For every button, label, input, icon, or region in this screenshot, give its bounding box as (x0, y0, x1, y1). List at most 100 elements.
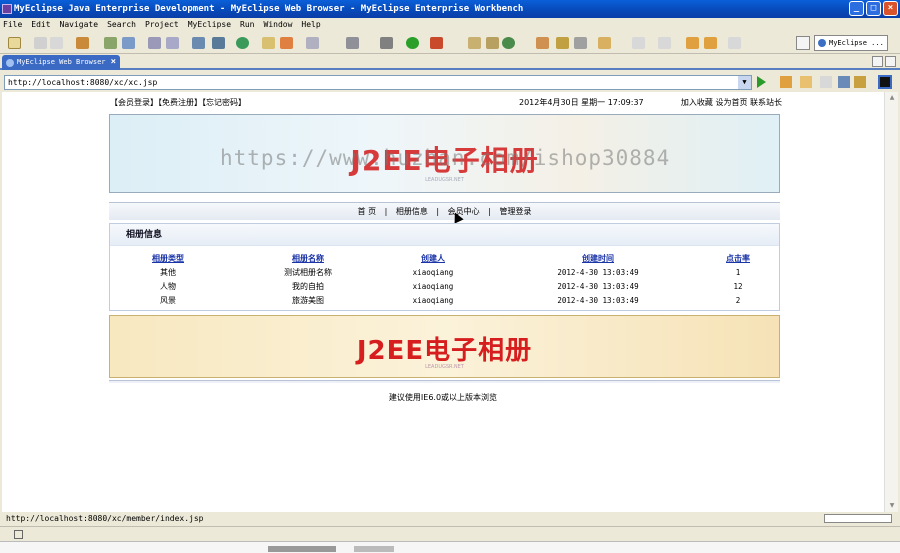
site-nav: 首 页 | 相册信息 | 会员中心 | 管理登录 (109, 202, 780, 220)
debug-icon[interactable] (380, 37, 393, 49)
site-links[interactable]: 加入收藏 设为首页 联系站长 (681, 96, 782, 110)
browser-stop-icon[interactable] (838, 76, 850, 88)
back-arrow-icon[interactable] (686, 37, 699, 49)
prev-annotation-icon[interactable] (658, 37, 671, 49)
scroll-down-icon[interactable]: ▼ (885, 500, 899, 512)
external-tools-icon[interactable] (430, 37, 443, 49)
cell-clicks: 12 (733, 282, 743, 291)
nav-forward-icon[interactable] (728, 37, 741, 49)
member-links[interactable]: 【会员登录】【免费注册】【忘记密码】 (110, 96, 246, 110)
print-icon[interactable] (50, 37, 63, 49)
minimize-button[interactable]: _ (849, 1, 864, 16)
taskbar-grip (268, 546, 336, 552)
new-package-icon[interactable] (486, 37, 499, 49)
watermark-text: https://www.huzhan.com/ishop30884 (220, 146, 671, 170)
footer-divider (109, 380, 780, 383)
browser-refresh-icon[interactable] (854, 76, 866, 88)
menu-search[interactable]: Search (107, 18, 136, 32)
panel-title: 相册信息 (110, 224, 779, 246)
monitor-icon[interactable] (346, 37, 359, 49)
url-text: http://localhost:8080/xc/xc.jsp (8, 78, 158, 87)
menu-project[interactable]: Project (145, 18, 179, 32)
album-table: 相册类型 相册名称 创建人 创建时间 点击率 其他 测试相册名称 xiaoqia… (118, 252, 773, 308)
maximize-editor-icon[interactable] (885, 56, 896, 67)
forward-arrow-icon[interactable] (704, 37, 717, 49)
nav-album-info[interactable]: 相册信息 (396, 207, 428, 216)
menu-navigate[interactable]: Navigate (60, 18, 99, 32)
menu-myeclipse[interactable]: MyEclipse (188, 18, 231, 32)
close-tab-icon[interactable]: × (111, 55, 116, 70)
browser-viewport: 【会员登录】【免费注册】【忘记密码】 2012年4月30日 星期一 17:09:… (2, 92, 884, 512)
load-progress-bar (824, 514, 892, 523)
deploy-icon[interactable] (104, 37, 117, 49)
footer-banner-subtitle: LEADUGSR.NET (425, 364, 464, 370)
next-annotation-icon[interactable] (632, 37, 645, 49)
status-url: http://localhost:8080/xc/member/index.js… (6, 514, 204, 523)
fast-view-icon[interactable] (14, 530, 23, 539)
menu-help[interactable]: Help (301, 18, 320, 32)
ejb-icon[interactable] (192, 37, 205, 49)
browser-globe-icon (6, 59, 14, 67)
save-icon[interactable] (34, 37, 47, 49)
tab-web-browser[interactable]: MyEclipse Web Browser × (2, 55, 120, 70)
cell-clicks: 2 (735, 296, 741, 305)
perspective-switcher[interactable]: MyEclipse ... (814, 35, 888, 51)
minimize-editor-icon[interactable] (872, 56, 883, 67)
browser-forward-icon[interactable] (800, 76, 812, 88)
cell-name[interactable]: 旅游美图 (238, 294, 378, 308)
nav-home[interactable]: 首 页 (358, 207, 377, 216)
terminal-icon[interactable] (306, 37, 319, 49)
go-icon[interactable] (757, 76, 766, 88)
search-icon[interactable] (598, 37, 611, 49)
menu-file[interactable]: File (3, 18, 22, 32)
cell-name[interactable]: 测试相册名称 (238, 266, 378, 280)
col-header-created[interactable]: 创建时间 (518, 252, 678, 266)
nav-separator: | (384, 207, 388, 216)
server-icon[interactable] (122, 37, 135, 49)
open-perspective-icon[interactable] (796, 36, 810, 50)
status-bar: http://localhost:8080/xc/member/index.js… (0, 512, 900, 526)
refresh-icon[interactable] (502, 37, 515, 49)
package-icon[interactable] (76, 37, 89, 49)
vertical-scrollbar[interactable]: ▲ ▼ (884, 92, 898, 512)
cell-name[interactable]: 我的自拍 (238, 280, 378, 294)
open-folder-icon[interactable] (536, 37, 549, 49)
maximize-button[interactable]: □ (866, 1, 881, 16)
pencil-icon[interactable] (556, 37, 569, 49)
scroll-up-icon[interactable]: ▲ (885, 92, 899, 104)
globe-icon[interactable] (236, 37, 249, 49)
album-info-panel: 相册信息 相册类型 相册名称 创建人 创建时间 点击率 其他 测试相册名称 xi… (109, 223, 780, 311)
folder-icon[interactable] (262, 37, 275, 49)
col-header-creator[interactable]: 创建人 (383, 252, 483, 266)
main-toolbar: MyEclipse ... (0, 32, 900, 54)
format-icon[interactable] (574, 37, 587, 49)
col-header-clicks[interactable]: 点击率 (688, 252, 788, 266)
cell-created: 2012-4-30 13:03:49 (557, 282, 639, 291)
url-dropdown-icon[interactable]: ▼ (738, 76, 751, 89)
browser-address-bar: http://localhost:8080/xc/xc.jsp ▼ (0, 72, 900, 92)
browser-nav-icon[interactable] (820, 76, 832, 88)
col-header-type[interactable]: 相册类型 (118, 252, 218, 266)
close-window-button[interactable]: × (883, 1, 898, 16)
url-input[interactable]: http://localhost:8080/xc/xc.jsp ▼ (4, 75, 752, 90)
nav-admin-login[interactable]: 管理登录 (499, 207, 531, 216)
menu-run[interactable]: Run (240, 18, 254, 32)
open-type-icon[interactable] (280, 37, 293, 49)
jsp-icon[interactable] (212, 37, 225, 49)
menu-window[interactable]: Window (264, 18, 293, 32)
col-header-name[interactable]: 相册名称 (238, 252, 378, 266)
window-title: MyEclipse Java Enterprise Development - … (14, 4, 524, 14)
editor-tab-row: MyEclipse Web Browser × (0, 54, 900, 70)
browser-engine-icon[interactable] (878, 75, 892, 89)
cell-creator: xiaoqiang (412, 296, 454, 305)
cell-created: 2012-4-30 13:03:49 (557, 268, 639, 277)
tab-label: MyEclipse Web Browser (17, 58, 106, 66)
menu-edit[interactable]: Edit (31, 18, 50, 32)
wizard-icon[interactable] (148, 37, 161, 49)
new-icon[interactable] (8, 37, 21, 49)
wizard2-icon[interactable] (166, 37, 179, 49)
table-row: 风景 旅游美图 xiaoqiang 2012-4-30 13:03:49 2 (118, 294, 773, 308)
run-icon[interactable] (406, 37, 419, 49)
browser-back-icon[interactable] (780, 76, 792, 88)
new-class-icon[interactable] (468, 37, 481, 49)
